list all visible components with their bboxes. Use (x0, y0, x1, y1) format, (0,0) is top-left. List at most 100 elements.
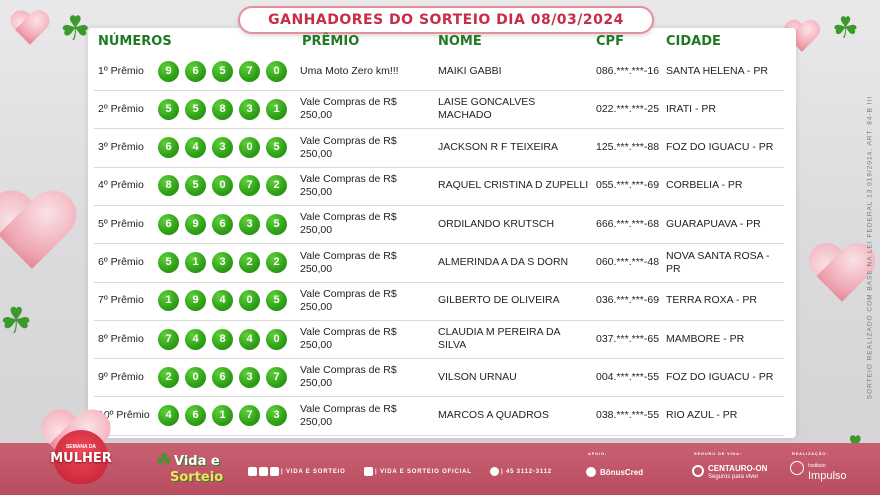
table-row: 2º Prêmio 5 5 8 3 1 Vale Compras de R$ 250,00 L… (94, 90, 784, 130)
footer-bar: | VIDA E SORTEIO | VIDA E SORTEIO OFICIA… (0, 443, 880, 495)
apoio-label: APOIO: (588, 451, 608, 456)
winner-name: VILSON URNAU (438, 370, 517, 383)
header-numeros: NÚMEROS (98, 34, 172, 49)
header-cpf: CPF (596, 34, 624, 49)
youtube-icon (259, 467, 268, 476)
instagram-icon (270, 467, 279, 476)
number-ball: 3 (239, 98, 260, 120)
winner-city: FOZ DO IGUACU - PR (666, 141, 774, 154)
number-ball: 2 (266, 175, 287, 197)
number-ball: 5 (266, 213, 287, 235)
vida-text: Vida e (174, 454, 220, 469)
number-ball: 6 (158, 137, 179, 159)
prize-description: Vale Compras de R$ 250,00 (300, 172, 397, 198)
prize-description: Vale Compras de R$ 250,00 (300, 287, 397, 313)
winner-city: RIO AZUL - PR (666, 409, 738, 422)
table-row: 7º Prêmio 1 9 4 0 5 Vale Compras de R$ 250,00 G… (94, 282, 784, 321)
number-ball: 0 (266, 328, 287, 350)
legal-notice: SORTEIO REALIZADO COM BASE NA LEI FEDERA… (864, 60, 876, 440)
prize-description: Vale Compras de R$ 250,00 (300, 326, 397, 352)
number-ball: 2 (266, 252, 287, 273)
prize-description: Vale Compras de R$ 250,00 (300, 96, 397, 122)
number-balls: 69635 (158, 205, 298, 243)
number-balls: 85072 (158, 167, 298, 205)
realizacao-label: REALIZAÇÃO: (792, 451, 829, 456)
winner-name: GILBERTO DE OLIVEIRA (438, 294, 560, 307)
winner-cpf: 036.***.***-69 (596, 294, 660, 307)
header-nome: NOME (438, 34, 482, 49)
clover-icon: ☘ (0, 301, 33, 342)
winner-city: CORBELIA - PR (666, 179, 743, 192)
number-ball: 3 (266, 405, 287, 427)
instagram-handle: | VIDA E SORTEIO OFICIAL (375, 469, 472, 475)
page-title: GANHADORES DO SORTEIO DIA 08/03/2024 (238, 6, 654, 34)
number-ball: 5 (158, 252, 179, 273)
table-row: 3º Prêmio 6 4 3 0 5 Vale Compras de R$ 250,00 J… (94, 129, 784, 168)
prize-label: 9º Prêmio (98, 370, 144, 383)
winner-name: CLAUDIA M PEREIRA DA SILVA (438, 326, 560, 352)
bonuscred-logo-icon (586, 467, 596, 477)
centauro-logo: CENTAURO-ON (708, 464, 768, 473)
number-ball: 9 (185, 213, 206, 235)
clover-icon: ☘ (60, 9, 91, 49)
winner-cpf: 022.***.***-25 (596, 102, 660, 115)
winner-name: LAISE GONCALVES MACHADO (438, 96, 536, 122)
prize-label: 2º Prêmio (98, 102, 144, 115)
prize-label: 5º Prêmio (98, 217, 144, 230)
winner-cpf: 037.***.***-65 (596, 332, 660, 345)
prize-label: 8º Prêmio (98, 332, 144, 345)
winner-name: JACKSON R F TEIXEIRA (438, 141, 558, 154)
tree-icon (790, 461, 804, 475)
number-ball: 0 (212, 175, 233, 197)
number-ball: 5 (185, 98, 206, 120)
number-ball: 7 (239, 405, 260, 427)
whatsapp-icon (490, 467, 499, 476)
clover-icon: ☘ (156, 450, 173, 471)
winner-cpf: 055.***.***-69 (596, 179, 660, 192)
number-ball: 5 (266, 137, 287, 159)
number-ball: 3 (239, 213, 260, 235)
number-ball: 9 (185, 290, 206, 312)
winner-city: TERRA ROXA - PR (666, 294, 758, 307)
number-ball: 5 (212, 60, 233, 82)
winner-city: MAMBORE - PR (666, 332, 745, 345)
winner-name: MARCOS A QUADROS (438, 409, 549, 422)
semana-da-text: SEMANA DA (65, 444, 97, 450)
number-ball: 0 (239, 137, 260, 159)
impulso-logo: Impulso (808, 470, 847, 482)
winner-cpf: 666.***.***-68 (596, 217, 660, 230)
winner-city: FOZ DO IGUACU - PR (666, 370, 774, 383)
prize-description: Uma Moto Zero km!!! (300, 64, 399, 77)
number-balls: 51322 (158, 244, 298, 282)
number-ball: 6 (212, 366, 233, 388)
vida-e-sorteio-logo: ☘ Vida e Sorteio (156, 450, 240, 490)
number-ball: 5 (158, 98, 179, 120)
prize-label: 3º Prêmio (98, 141, 144, 154)
impulso-small: Instituto (808, 463, 826, 469)
number-balls: 64305 (158, 129, 298, 167)
prize-description: Vale Compras de R$ 250,00 (300, 249, 397, 275)
number-ball: 1 (185, 252, 206, 273)
number-balls: 96570 (158, 52, 298, 90)
clover-icon: ☘ (832, 11, 859, 46)
heart-decoration (0, 192, 80, 288)
heart-decoration (9, 11, 51, 53)
prize-description: Vale Compras de R$ 250,00 (300, 211, 397, 237)
table-row: 6º Prêmio 5 1 3 2 2 Vale Compras de R$ 250,00 A… (94, 244, 784, 283)
mulher-text: MULHER (50, 451, 112, 466)
prize-description: Vale Compras de R$ 250,00 (300, 134, 397, 160)
number-ball: 8 (212, 98, 233, 120)
number-ball: 7 (239, 60, 260, 82)
number-ball: 3 (239, 366, 260, 388)
number-balls: 19405 (158, 282, 298, 320)
semana-mulher-logo: SEMANA DA MULHER (24, 424, 132, 494)
winner-city: SANTA HELENA - PR (666, 64, 768, 77)
number-balls: 46173 (158, 397, 298, 435)
number-ball: 2 (239, 252, 260, 273)
number-ball: 4 (239, 328, 260, 350)
winner-name: MAIKI GABBI (438, 64, 502, 77)
number-ball: 7 (239, 175, 260, 197)
winner-cpf: 038.***.***-55 (596, 409, 660, 422)
bonuscred-logo: BônusCred (600, 468, 644, 477)
winner-cpf: 060.***.***-48 (596, 256, 660, 268)
